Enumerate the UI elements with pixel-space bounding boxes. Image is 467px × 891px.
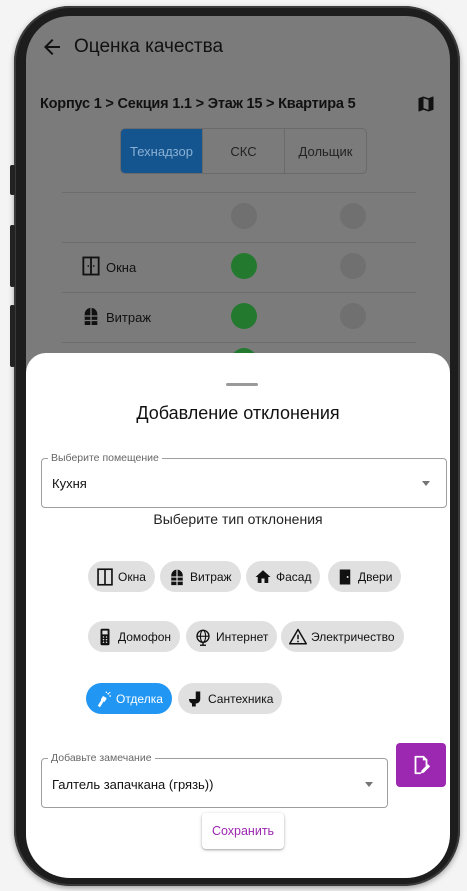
globe-icon (196, 629, 210, 646)
chip-doors[interactable]: Двери (328, 561, 402, 592)
chip-internet[interactable]: Интернет (186, 621, 278, 652)
chip-label: Электричество (311, 629, 395, 644)
status-dot-grey (340, 253, 366, 279)
sheet-title: Добавление отклонения (136, 403, 340, 423)
stained-glass-icon (84, 307, 98, 325)
warning-icon (289, 628, 307, 644)
chevron-down-icon (365, 782, 373, 787)
chip-label: Фасад (276, 569, 312, 584)
house-icon (255, 569, 271, 583)
window-icon (82, 256, 100, 276)
chip-intercom[interactable]: Домофон (88, 621, 181, 652)
window-icon (97, 567, 113, 586)
chip-finishing[interactable]: Отделка (86, 683, 172, 714)
status-dot-green (231, 253, 257, 279)
paint-sprayer-icon (97, 691, 111, 707)
tab-sks[interactable]: СКС (203, 129, 285, 173)
tab-technadzor[interactable]: Технадзор (121, 129, 203, 173)
room-select-value: Кухня (52, 476, 87, 491)
chip-label: Интернет (216, 629, 269, 644)
chevron-down-icon (422, 481, 430, 486)
app-screen: Оценка качества Корпус 1 > Секция 1.1 > … (26, 16, 450, 878)
toilet-icon (189, 691, 201, 706)
chip-label: Отделка (116, 691, 163, 706)
row-label: Витраж (106, 310, 152, 325)
table-divider (62, 292, 416, 293)
chip-facade[interactable]: Фасад (246, 561, 321, 592)
status-dot-grey (340, 303, 366, 329)
chip-label: Домофон (118, 629, 172, 644)
table-divider (62, 192, 416, 193)
page-title: Оценка качества (74, 36, 224, 57)
add-deviation-sheet: Добавление отклонения Выберите помещение… (26, 353, 450, 878)
save-button[interactable]: Сохранить (202, 813, 284, 849)
room-select-legend: Выберите помещение (48, 452, 162, 464)
sheet-drag-handle[interactable] (226, 383, 258, 386)
map-icon[interactable] (416, 94, 436, 114)
chip-label: Окна (118, 569, 146, 584)
stained-glass-icon (171, 569, 183, 585)
remark-select[interactable]: Добавьте замечание Галтель запачкана (гр… (41, 752, 388, 808)
status-dot-green (231, 303, 257, 329)
back-arrow-icon[interactable] (40, 35, 64, 59)
room-select[interactable]: Выберите помещение Кухня (41, 452, 447, 508)
deviation-type-label: Выберите тип отклонения (153, 511, 323, 527)
breadcrumb: Корпус 1 > Секция 1.1 > Этаж 15 > Кварти… (40, 96, 356, 112)
chip-stained-glass[interactable]: Витраж (160, 561, 241, 592)
chip-label: Сантехника (208, 691, 274, 706)
header-status-dot (231, 203, 257, 229)
tab-dolshchik[interactable]: Дольщик (285, 129, 366, 173)
table-divider (62, 242, 416, 243)
chip-plumbing[interactable]: Сантехника (178, 683, 283, 714)
phone-side-button (10, 165, 15, 195)
edit-note-icon (414, 755, 431, 775)
chip-windows[interactable]: Окна (88, 561, 155, 592)
phone-side-button (10, 305, 15, 367)
remark-select-value: Галтель запачкана (грязь)) (52, 777, 214, 792)
remark-select-legend: Добавьте замечание (48, 752, 155, 764)
door-icon (339, 569, 351, 584)
header-status-dot (340, 203, 366, 229)
chip-label: Двери (358, 569, 393, 584)
chip-electricity[interactable]: Электричество (281, 621, 404, 652)
role-segmented-control: Технадзор СКС Дольщик (120, 128, 367, 174)
table-divider (62, 342, 416, 343)
row-label: Окна (106, 260, 137, 275)
chip-label: Витраж (190, 569, 232, 584)
add-remark-button[interactable] (396, 743, 446, 787)
intercom-icon (100, 628, 110, 645)
app-bar: Оценка качества (26, 16, 450, 80)
phone-side-button (10, 225, 15, 287)
